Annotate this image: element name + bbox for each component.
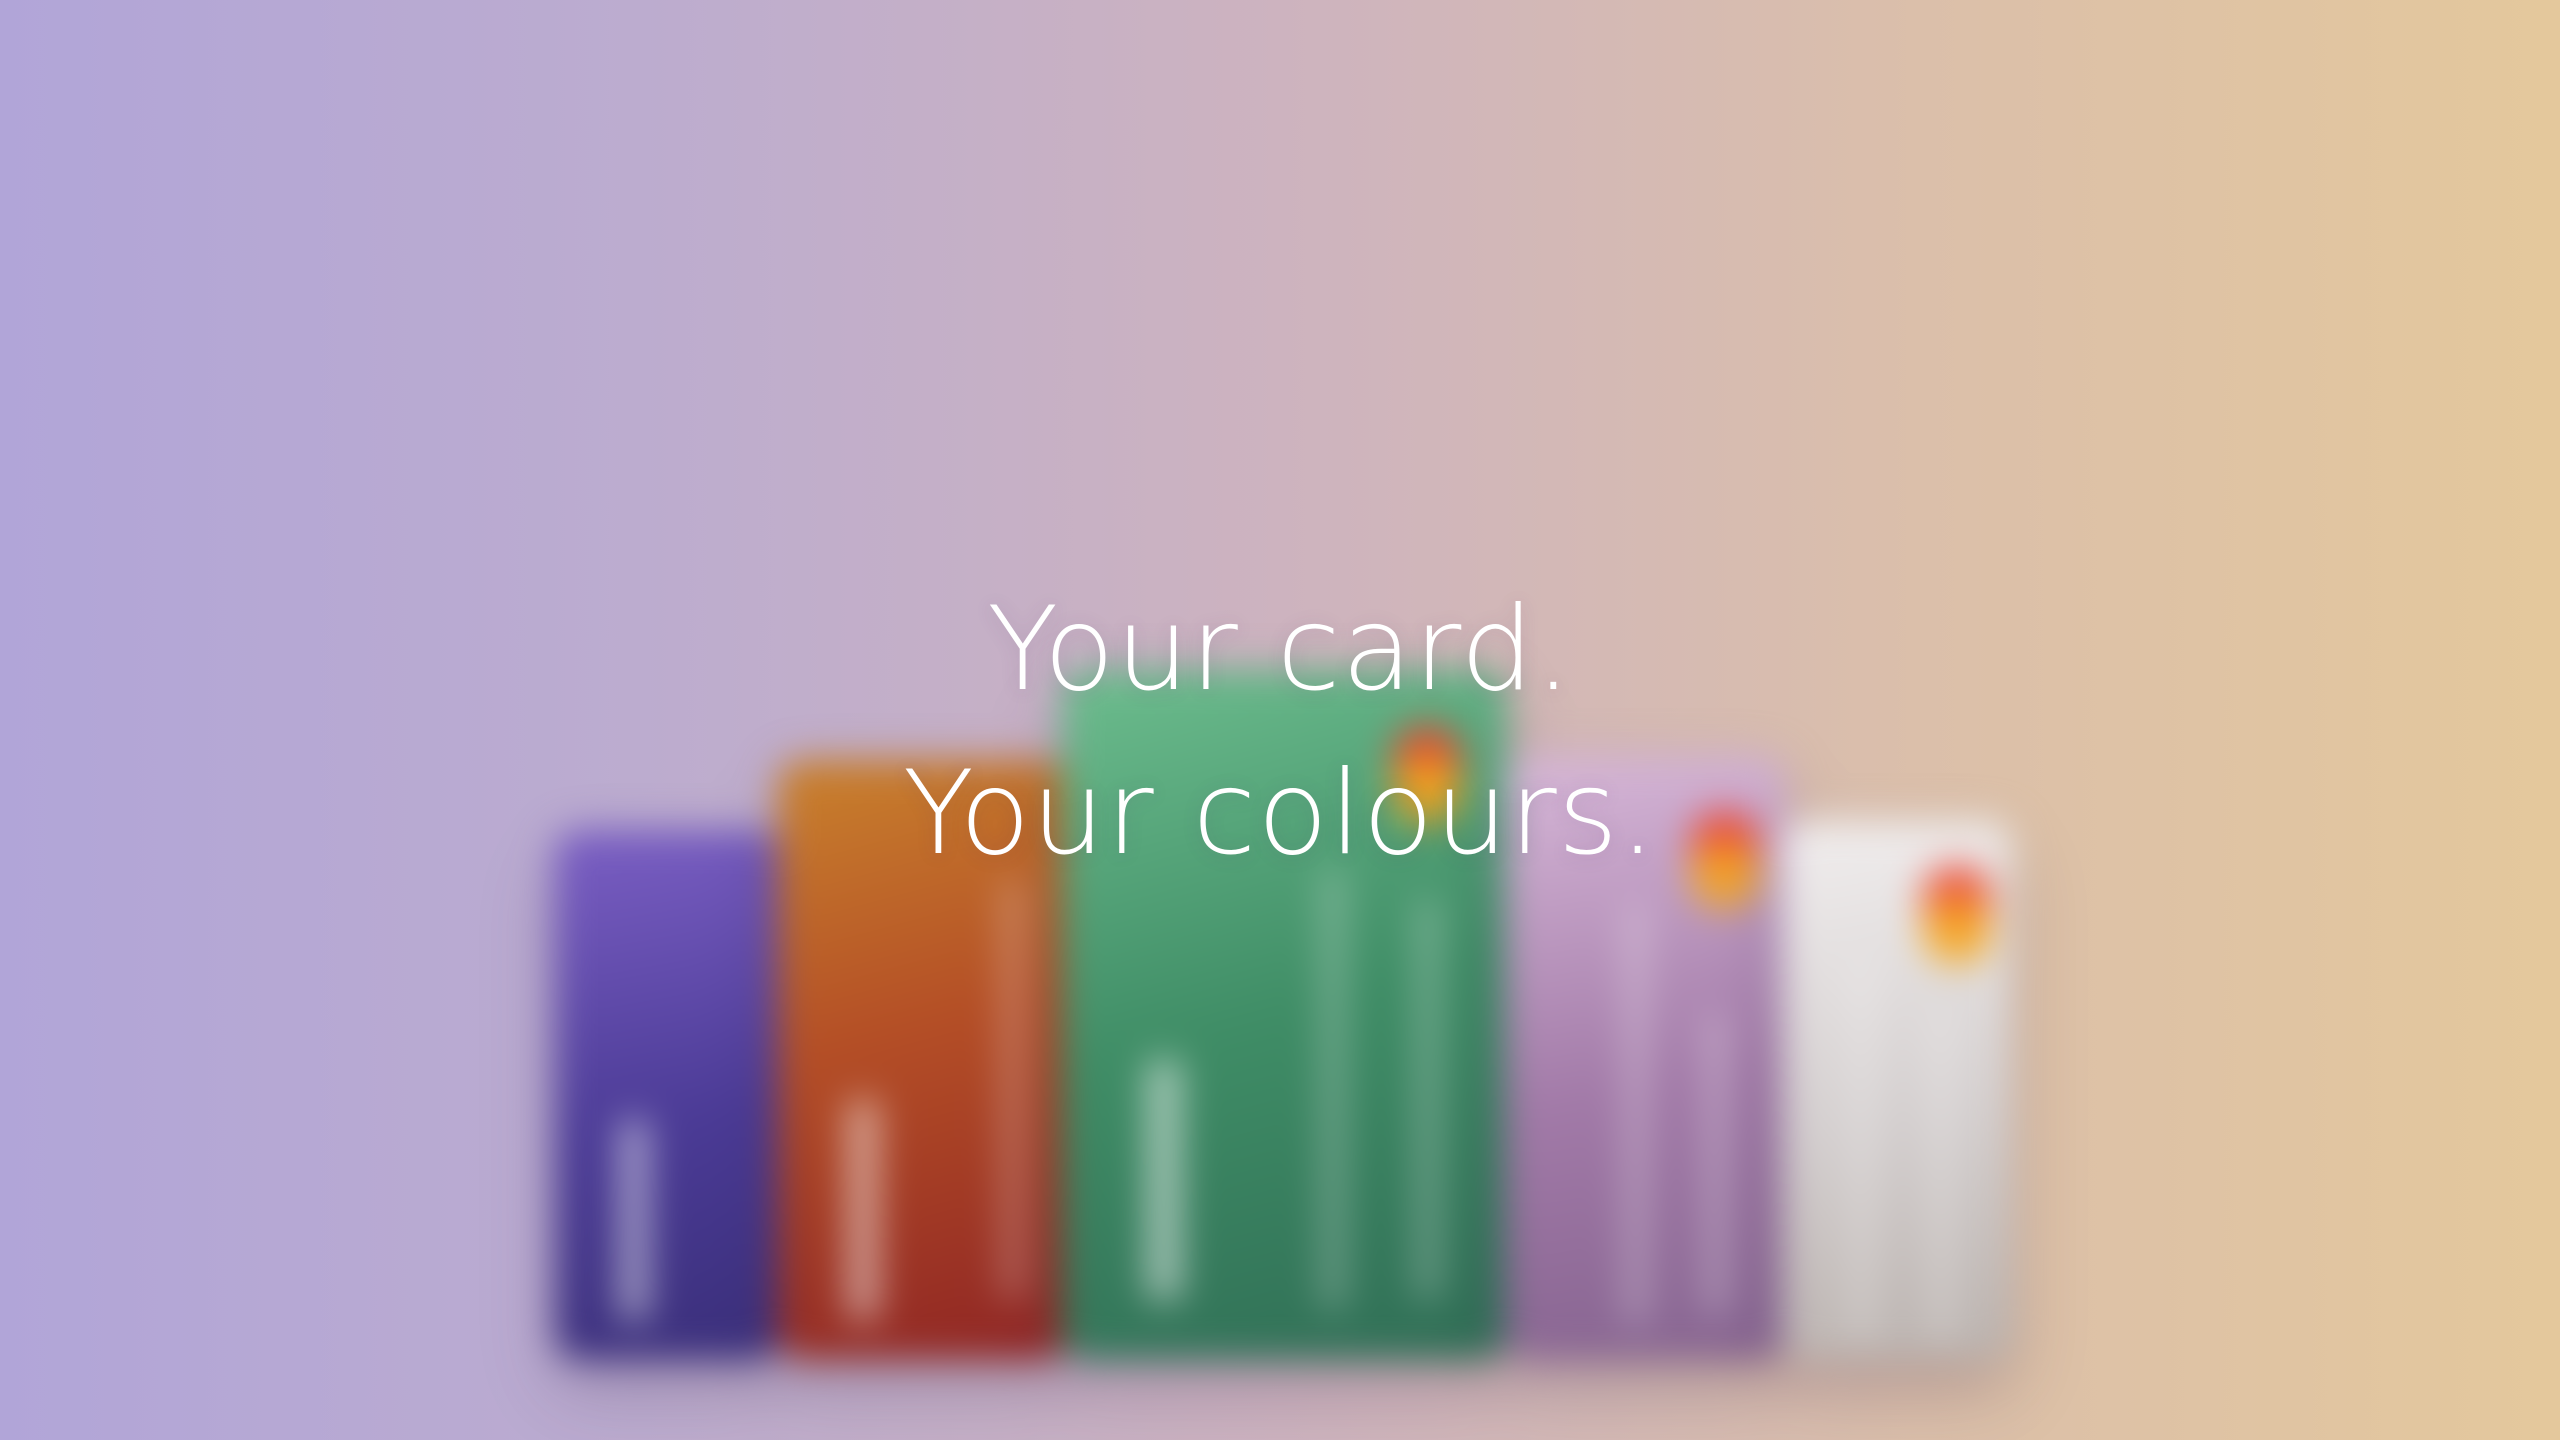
hero-banner: Your card. Your colours. bbox=[0, 0, 2560, 1440]
purple-card bbox=[555, 830, 780, 1360]
hero-headline: Your card. Your colours. bbox=[0, 568, 2560, 896]
silver-card bbox=[1782, 820, 2012, 1360]
headline-line-2: Your colours. bbox=[903, 746, 1657, 881]
headline-line-1: Your card. bbox=[987, 582, 1573, 717]
